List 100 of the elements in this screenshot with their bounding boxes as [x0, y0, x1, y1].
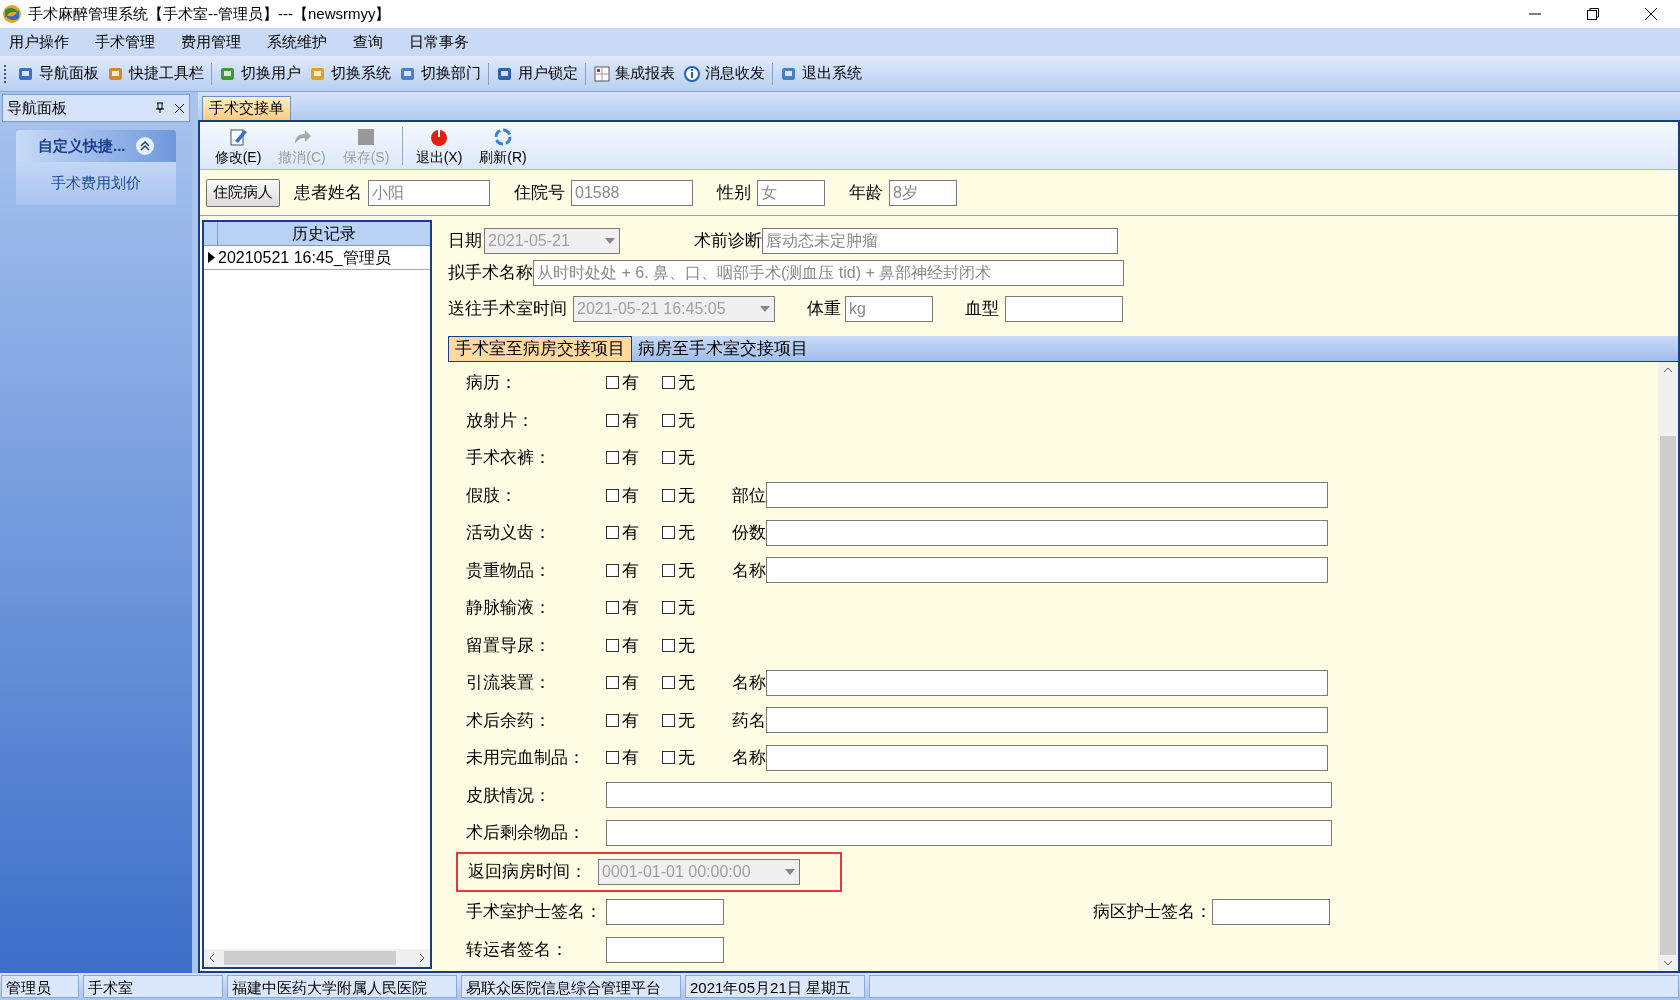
- inpatient-button[interactable]: 住院病人: [206, 178, 280, 207]
- toolbar-button[interactable]: 消息收发: [679, 59, 769, 88]
- option-label: 无: [678, 672, 695, 694]
- field-label: 血型: [965, 298, 999, 321]
- checkbox[interactable]: [662, 601, 675, 615]
- scroll-down-icon[interactable]: [1663, 959, 1673, 967]
- checkbox[interactable]: [606, 638, 619, 652]
- menu-item[interactable]: 日常事务: [406, 30, 472, 54]
- text-field[interactable]: [766, 707, 1328, 734]
- toolbar-button[interactable]: 快捷工具栏: [103, 59, 208, 88]
- text-field[interactable]: [766, 482, 1328, 509]
- checkbox[interactable]: [606, 676, 619, 690]
- checkbox[interactable]: [606, 376, 619, 390]
- signature-field[interactable]: [606, 937, 724, 963]
- menu-item[interactable]: 用户操作: [6, 30, 72, 54]
- option-label: 有: [622, 747, 639, 769]
- weight-field[interactable]: kg: [845, 296, 933, 322]
- option-label: 无: [678, 597, 695, 619]
- patient-field[interactable]: 女: [757, 179, 825, 206]
- info-icon: [683, 64, 701, 83]
- history-entry: 20210521 16:45_管理员: [218, 247, 391, 268]
- close-icon[interactable]: [174, 102, 185, 114]
- collapse-icon[interactable]: [136, 137, 154, 155]
- operation-field[interactable]: 从时时处处 + 6. 鼻、口、咽部手术(测血压 tid) + 鼻部神经封闭术: [533, 260, 1124, 286]
- dropdown-arrow-icon: [784, 867, 796, 876]
- checkbox[interactable]: [662, 713, 675, 727]
- option-label: 有: [622, 709, 639, 732]
- checkbox[interactable]: [662, 563, 675, 577]
- item-label: 返回病房时间：: [468, 860, 588, 883]
- item-label: 术后剩余物品：: [466, 822, 586, 844]
- dropdown-arrow-icon: [759, 305, 771, 313]
- item-label: 静脉输液：: [466, 597, 552, 619]
- tool-button[interactable]: 刷新(R): [471, 125, 535, 166]
- field-label: 拟手术名称: [448, 262, 533, 285]
- checkbox[interactable]: [662, 751, 675, 765]
- window-title: 手术麻醉管理系统【手术室--管理员】---【newsrmyy】: [28, 3, 391, 24]
- checkbox[interactable]: [606, 488, 619, 502]
- scroll-right-icon[interactable]: [418, 953, 426, 963]
- checkbox[interactable]: [662, 676, 675, 690]
- toolbar-button[interactable]: 切换用户: [215, 59, 305, 88]
- field-label: 住院号: [514, 181, 565, 204]
- text-field[interactable]: [766, 744, 1328, 771]
- checkbox[interactable]: [606, 413, 619, 427]
- scroll-up-icon[interactable]: [1663, 366, 1673, 374]
- blood-type-field[interactable]: [1005, 296, 1123, 322]
- option-label: 有: [622, 672, 639, 694]
- menu-item[interactable]: 手术管理: [92, 30, 158, 54]
- vertical-scrollbar[interactable]: [1658, 362, 1678, 971]
- checkbox[interactable]: [662, 526, 675, 540]
- option-label: 无: [678, 484, 695, 507]
- toolbar-button[interactable]: 集成报表: [589, 59, 679, 88]
- patient-field[interactable]: 8岁: [889, 179, 957, 206]
- option-label: 无: [678, 522, 695, 544]
- close-icon[interactable]: [1644, 7, 1658, 21]
- field-label: 药名: [732, 709, 766, 732]
- section-tab[interactable]: 病房至手术室交接项目: [632, 336, 814, 361]
- menu-item[interactable]: 查询: [350, 30, 386, 54]
- tool-button[interactable]: 修改(E): [206, 125, 270, 166]
- item-label: 放射片：: [466, 409, 535, 432]
- toolbar-button[interactable]: 导航面板: [13, 59, 103, 88]
- text-field[interactable]: [766, 519, 1328, 546]
- checkbox[interactable]: [606, 451, 619, 465]
- diagnosis-field[interactable]: 唇动态未定肿瘤: [762, 228, 1118, 254]
- checkbox[interactable]: [662, 413, 675, 427]
- checkbox[interactable]: [606, 526, 619, 540]
- checkbox[interactable]: [606, 713, 619, 727]
- checkbox[interactable]: [606, 601, 619, 615]
- horizontal-scrollbar[interactable]: [204, 949, 430, 967]
- history-row[interactable]: 20210521 16:45_管理员: [204, 246, 430, 270]
- text-field[interactable]: [606, 819, 1332, 846]
- tool-button[interactable]: 退出(X): [407, 125, 471, 166]
- item-label: 皮肤情况：: [466, 784, 552, 807]
- checkbox[interactable]: [606, 751, 619, 765]
- option-label: 无: [678, 409, 695, 432]
- toolbar-button[interactable]: 切换部门: [395, 59, 485, 88]
- checkbox[interactable]: [662, 451, 675, 465]
- document-tab[interactable]: 手术交接单: [202, 96, 291, 120]
- checkbox[interactable]: [662, 376, 675, 390]
- toolbar-button[interactable]: 用户锁定: [492, 59, 582, 88]
- text-field[interactable]: [766, 557, 1328, 584]
- pin-icon[interactable]: [154, 102, 166, 114]
- checkbox[interactable]: [662, 638, 675, 652]
- restore-icon[interactable]: [1586, 7, 1600, 21]
- text-field[interactable]: [606, 782, 1332, 809]
- signature-field[interactable]: [606, 898, 724, 925]
- menu-item[interactable]: 系统维护: [264, 30, 330, 54]
- patient-field[interactable]: 小阳: [368, 179, 490, 206]
- signature-field[interactable]: [1212, 898, 1330, 925]
- toolbar-button[interactable]: 退出系统: [776, 59, 866, 88]
- checkbox[interactable]: [606, 563, 619, 577]
- toolbar-button[interactable]: 切换系统: [305, 59, 395, 88]
- menu-item[interactable]: 费用管理: [178, 30, 244, 54]
- field-label: 名称: [732, 672, 766, 694]
- scroll-left-icon[interactable]: [208, 953, 216, 963]
- text-field[interactable]: [766, 669, 1328, 696]
- option-label: 有: [622, 409, 639, 432]
- field-label: 份数: [732, 522, 766, 544]
- patient-field[interactable]: 01588: [571, 179, 693, 206]
- section-tab[interactable]: 手术室至病房交接项目: [448, 336, 632, 361]
- checkbox[interactable]: [662, 488, 675, 502]
